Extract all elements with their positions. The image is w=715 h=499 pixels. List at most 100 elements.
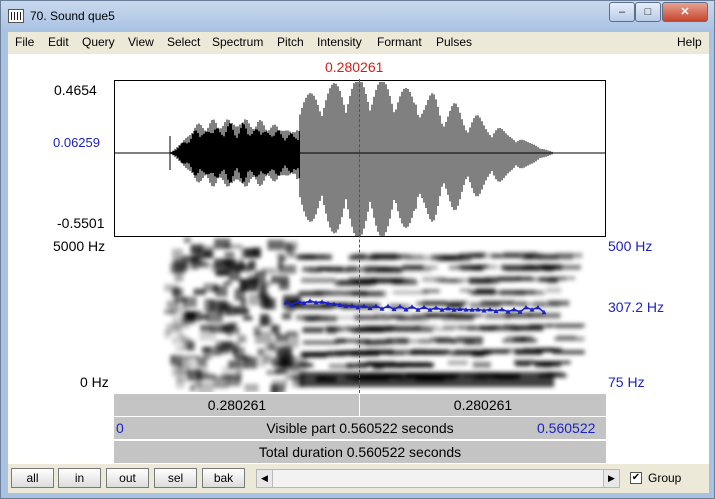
spectrogram-cell xyxy=(181,314,195,325)
spectrogram-top-freq-label: 5000 Hz xyxy=(53,238,106,254)
sound-editor-canvas[interactable]: 0.280261 0.4654 0.06259 -0.5501 5000 Hz … xyxy=(8,54,709,464)
spectrogram-cell xyxy=(224,266,231,276)
spectrogram-cell xyxy=(172,336,185,345)
menu-pitch[interactable]: Pitch xyxy=(277,35,304,49)
right-part-time[interactable]: 0.280261 xyxy=(360,394,606,416)
menu-select[interactable]: Select xyxy=(167,35,200,49)
spectrogram-cell xyxy=(261,267,277,274)
spectrogram-cell xyxy=(271,340,288,352)
spectrogram-cell xyxy=(539,276,566,281)
spectrogram-cell xyxy=(291,365,300,371)
spectrogram-cell xyxy=(286,335,299,348)
spectrogram-cell xyxy=(237,334,247,343)
spectrogram-cell xyxy=(228,323,237,331)
selection-time-bar[interactable]: 0.280261 0.280261 xyxy=(114,393,606,416)
spectrogram-cell xyxy=(203,283,219,293)
spectrogram-plot xyxy=(164,237,585,392)
menu-bar: File Edit Query View Select Spectrum Pit… xyxy=(8,32,709,52)
spectrogram-cell xyxy=(475,288,496,293)
spectrogram-cell xyxy=(503,324,516,329)
scroll-left-icon[interactable]: ◀ xyxy=(257,470,273,487)
spectrogram-cell xyxy=(411,349,425,353)
spectrogram-cell xyxy=(547,323,585,328)
spectrogram-cell xyxy=(535,348,562,352)
zoom-out-button[interactable]: out xyxy=(106,468,149,488)
spectrogram-cell xyxy=(297,254,332,261)
spectrogram-cell xyxy=(193,379,202,388)
spectrogram-cell xyxy=(301,278,336,283)
spectrogram-cell xyxy=(295,314,321,321)
spectrogram-cell xyxy=(537,253,574,260)
waveform-panel[interactable] xyxy=(114,80,606,237)
praat-sound-window: 70. Sound que5 – □ ✕ File Edit Query Vie… xyxy=(0,0,715,499)
menu-intensity[interactable]: Intensity xyxy=(317,35,362,49)
waveform-mid-label: 0.06259 xyxy=(53,135,100,150)
spectrogram-cell xyxy=(464,339,483,346)
zoom-back-button[interactable]: bak xyxy=(202,468,245,488)
spectrogram-cell xyxy=(302,327,324,334)
spectrogram-cell xyxy=(454,314,474,320)
minimize-button[interactable]: – xyxy=(609,2,635,22)
spectrogram-cell xyxy=(434,327,454,332)
spectrogram-cell xyxy=(214,344,223,351)
visible-part-bar[interactable]: Visible part 0.560522 seconds xyxy=(114,417,606,439)
zoom-selection-button[interactable]: sel xyxy=(154,468,197,488)
spectrogram-cell xyxy=(535,361,554,367)
spectrogram-cell xyxy=(166,302,179,311)
menu-pulses[interactable]: Pulses xyxy=(436,35,472,49)
horizontal-scrollbar[interactable]: ◀ ▶ xyxy=(256,469,620,488)
spectrogram-panel[interactable] xyxy=(114,237,606,392)
spectrogram-cell xyxy=(183,237,191,243)
menu-query[interactable]: Query xyxy=(82,35,115,49)
title-bar[interactable]: 70. Sound que5 – □ ✕ xyxy=(1,1,714,31)
spectrogram-cell xyxy=(248,274,259,286)
spectrogram-cell xyxy=(302,340,339,345)
spectrogram-cell xyxy=(495,350,514,354)
spectrogram-cell xyxy=(515,362,530,367)
spectrogram-cell xyxy=(486,301,520,305)
spectrogram-cell xyxy=(282,313,292,320)
spectrogram-cell xyxy=(417,324,438,329)
spectrogram-cell xyxy=(286,331,298,336)
spectrogram-cell xyxy=(480,253,501,259)
spectrogram-cell xyxy=(301,351,330,356)
spectrogram-bottom-freq-label: 0 Hz xyxy=(80,374,109,390)
zoom-in-button[interactable]: in xyxy=(58,468,101,488)
left-part-time[interactable]: 0.280261 xyxy=(114,394,360,416)
total-duration-bar[interactable]: Total duration 0.560522 seconds xyxy=(114,440,606,463)
pitch-point xyxy=(433,305,439,310)
visible-end-label: 0.560522 xyxy=(537,420,596,436)
spectrogram-cell xyxy=(411,313,440,318)
spectrogram-cell xyxy=(392,254,424,260)
spectrogram-cell xyxy=(422,276,447,283)
spectrogram-cell xyxy=(233,347,245,360)
close-button[interactable]: ✕ xyxy=(662,2,708,22)
visible-start-label: 0 xyxy=(116,420,124,436)
spectrogram-cell xyxy=(346,363,368,368)
menu-help[interactable]: Help xyxy=(677,35,702,49)
menu-edit[interactable]: Edit xyxy=(48,35,69,49)
zoom-all-button[interactable]: all xyxy=(11,468,54,488)
spectrogram-cell xyxy=(170,355,176,364)
spectrogram-cell xyxy=(368,327,381,333)
spectrogram-cell xyxy=(266,370,283,375)
spectrogram-cell xyxy=(196,373,215,380)
maximize-button[interactable]: □ xyxy=(635,2,661,22)
menu-file[interactable]: File xyxy=(15,35,34,49)
spectrogram-cell xyxy=(191,257,199,270)
menu-view[interactable]: View xyxy=(128,35,154,49)
pitch-value-label: 307.2 Hz xyxy=(608,299,665,315)
time-cursor[interactable] xyxy=(359,79,360,393)
spectrogram-cell xyxy=(172,248,183,262)
spectrogram-cell xyxy=(199,324,212,331)
spectrogram-cell xyxy=(405,362,432,366)
spectrogram-cell xyxy=(267,239,285,251)
spectrogram-cell xyxy=(556,335,576,340)
menu-spectrum[interactable]: Spectrum xyxy=(212,35,263,49)
spectrogram-cell xyxy=(244,383,259,392)
spectrogram-cell xyxy=(385,325,421,331)
spectrogram-cell xyxy=(277,264,297,274)
scroll-right-icon[interactable]: ▶ xyxy=(603,470,619,487)
menu-formant[interactable]: Formant xyxy=(377,35,422,49)
group-checkbox[interactable]: ✔ xyxy=(630,472,642,484)
